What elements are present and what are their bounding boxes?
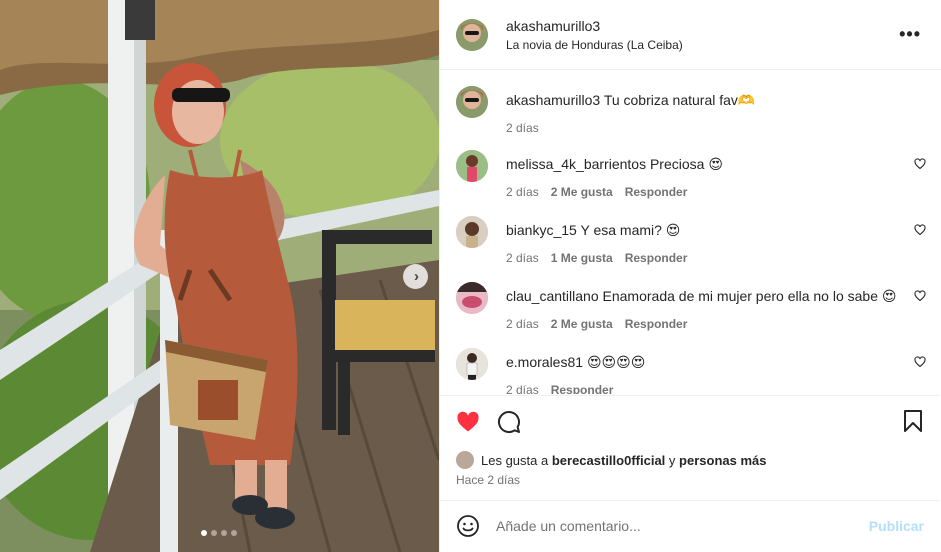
comment-text: Y esa mami? 😍 [580,222,681,238]
reply-button[interactable]: Responder [625,185,688,199]
comment-item: melissa_4k_barrientos Preciosa 😍 2 días … [456,150,926,199]
comment-item: biankyc_15 Y esa mami? 😍 2 días 1 Me gus… [456,216,926,265]
comment-username[interactable]: clau_cantillano [506,288,599,304]
reply-button[interactable]: Responder [551,383,614,394]
comment-time[interactable]: 2 días [506,121,539,135]
heart-outline-icon[interactable] [914,158,926,170]
chevron-right-icon: › [414,268,419,285]
comment-likes-count[interactable]: 2 Me gusta [551,317,613,331]
comment-text: Enamorada de mi mujer pero ella no lo sa… [602,288,897,304]
post-timestamp[interactable]: Hace 2 días [456,473,520,487]
author-username[interactable]: akashamurillo3 [506,18,683,34]
likes-prefix: Les gusta a [481,452,549,468]
comment-username[interactable]: e.morales81 [506,354,583,370]
comment-text: 😍😍😍😍 [586,354,646,370]
liker-avatar [456,451,474,469]
emoji-icon[interactable] [456,514,480,538]
commenter-avatar[interactable] [456,150,488,182]
heart-outline-icon[interactable] [914,290,926,302]
post-header: akashamurillo3 La novia de Honduras (La … [440,0,941,70]
comment-likes-count[interactable]: 2 Me gusta [551,185,613,199]
publish-button[interactable]: Publicar [869,518,924,534]
comments-list: akashamurillo3 Tu cobriza natural fav🫶 2… [440,70,940,394]
heart-outline-icon[interactable] [914,224,926,236]
liker-username[interactable]: berecastillo0fficial [552,453,665,468]
carousel-dot [221,530,227,536]
post-actions: Les gusta a berecastillo0fficial y perso… [440,395,940,500]
post-location[interactable]: La novia de Honduras (La Ceiba) [506,38,683,52]
comment-text: Tu cobriza natural fav🫶 [603,92,756,108]
commenter-avatar[interactable] [456,216,488,248]
comment-time[interactable]: 2 días [506,317,539,331]
comment-username[interactable]: melissa_4k_barrientos [506,156,646,172]
post-photo[interactable]: › [0,0,439,552]
commenter-avatar[interactable] [456,86,488,118]
reply-button[interactable]: Responder [625,317,688,331]
heart-filled-icon[interactable] [456,410,480,434]
author-avatar[interactable] [456,18,488,51]
carousel-next-button[interactable]: › [403,264,428,289]
comment-time[interactable]: 2 días [506,185,539,199]
comment-likes-count[interactable]: 1 Me gusta [551,251,613,265]
commenter-avatar[interactable] [456,348,488,380]
reply-button[interactable]: Responder [625,251,688,265]
comment-item: e.morales81 😍😍😍😍 2 días Responder [456,348,926,394]
comment-time[interactable]: 2 días [506,383,539,394]
carousel-dot [231,530,237,536]
carousel-dot [211,530,217,536]
commenter-avatar[interactable] [456,282,488,314]
photo-scene [0,0,439,552]
comment-input[interactable] [496,513,826,539]
comment-username[interactable]: akashamurillo3 [506,92,600,108]
post-dialog: › akashamurillo3 La novia de Honduras (L… [0,0,941,552]
bookmark-icon[interactable] [903,410,923,432]
post-side-panel: akashamurillo3 La novia de Honduras (La … [439,0,941,552]
carousel-indicator [201,530,237,536]
comment-username[interactable]: biankyc_15 [506,222,577,238]
likes-summary[interactable]: Les gusta a berecastillo0fficial y perso… [456,451,766,469]
carousel-dot [201,530,207,536]
more-horizontal-icon[interactable]: ••• [899,24,921,45]
caption-item: akashamurillo3 Tu cobriza natural fav🫶 2… [456,86,926,135]
comment-time[interactable]: 2 días [506,251,539,265]
heart-outline-icon[interactable] [914,356,926,368]
comment-item: clau_cantillano Enamorada de mi mujer pe… [456,282,926,331]
likes-others-link[interactable]: personas más [679,453,766,468]
likes-joiner: y [668,452,676,468]
comment-icon[interactable] [497,410,521,434]
comment-composer: Publicar [440,500,940,552]
comment-text: Preciosa 😍 [649,156,723,172]
